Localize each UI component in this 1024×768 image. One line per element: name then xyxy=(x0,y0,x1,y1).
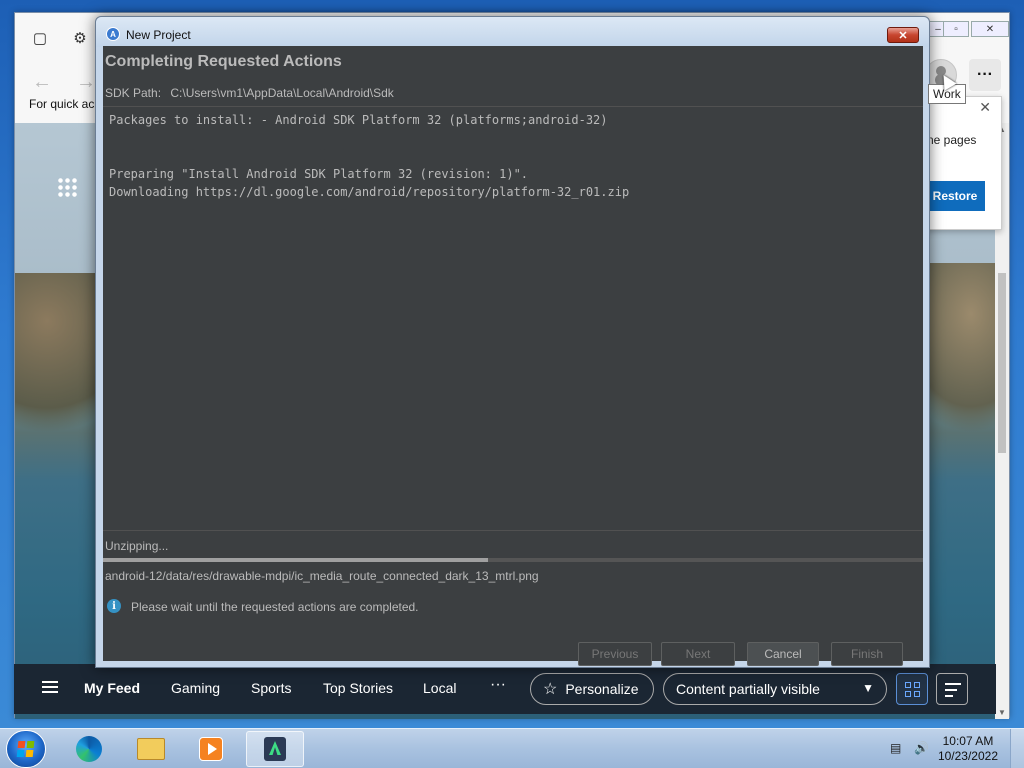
volume-icon[interactable]: 🔊 xyxy=(914,741,930,755)
favorites-bar-text: For quick ac xyxy=(29,97,95,111)
taskbar-edge-button[interactable] xyxy=(60,731,118,767)
taskbar: ▤ 🔊 10:07 AM 10/23/2022 xyxy=(0,728,1024,768)
finish-button[interactable]: Finish xyxy=(831,642,903,666)
dialog-body: Completing Requested Actions SDK Path: C… xyxy=(103,46,923,666)
info-message: Please wait until the requested actions … xyxy=(131,600,419,614)
taskbar-explorer-button[interactable] xyxy=(122,731,180,767)
current-file-path: android-12/data/res/drawable-mdpi/ic_med… xyxy=(105,569,539,583)
dialog-close-button[interactable]: ✕ xyxy=(887,27,919,43)
clock-time: 10:07 AM xyxy=(942,734,994,748)
sdk-path-row: SDK Path: C:\Users\vm1\AppData\Local\And… xyxy=(105,86,394,100)
previous-button[interactable]: Previous xyxy=(578,642,652,666)
feed-tab-top-stories[interactable]: Top Stories xyxy=(323,680,393,696)
progress-bar-fill xyxy=(103,558,489,562)
info-icon: i xyxy=(107,599,121,613)
clock-date: 10/23/2022 xyxy=(937,749,998,763)
content-visibility-dropdown[interactable]: Content partially visible ▼ xyxy=(663,673,887,705)
restore-panel-text: ne pages xyxy=(927,133,977,147)
personalize-button[interactable]: ☆ Personalize xyxy=(530,673,654,705)
dialog-title: New Project xyxy=(126,28,191,42)
sdk-path-label: SDK Path: xyxy=(105,86,162,100)
feed-tab-local[interactable]: Local xyxy=(423,680,456,696)
android-studio-icon: A xyxy=(106,27,120,41)
system-clock[interactable]: 10:07 AM 10/23/2022 xyxy=(938,734,998,764)
grid-view-button[interactable] xyxy=(896,673,928,705)
progress-status-label: Unzipping... xyxy=(105,539,169,553)
folder-icon xyxy=(137,738,165,760)
progress-bar xyxy=(103,558,923,562)
more-options-button[interactable]: ··· xyxy=(969,59,1001,91)
log-line: Packages to install: - Android SDK Platf… xyxy=(109,113,608,127)
taskbar-android-studio-button[interactable] xyxy=(246,731,304,767)
start-button[interactable] xyxy=(6,730,46,768)
show-desktop-button[interactable] xyxy=(1010,729,1024,768)
personalize-label: Personalize xyxy=(565,681,639,697)
feed-more-button[interactable]: ··· xyxy=(490,676,506,694)
restore-button[interactable]: Restore xyxy=(925,181,985,211)
next-button[interactable]: Next xyxy=(661,642,735,666)
divider xyxy=(103,530,923,531)
install-log[interactable]: Packages to install: - Android SDK Platf… xyxy=(103,107,923,529)
settings-gear-icon[interactable]: ⚙ xyxy=(67,25,93,51)
star-icon: ☆ xyxy=(543,681,558,698)
content-visibility-label: Content partially visible xyxy=(676,681,820,697)
feed-tab-sports[interactable]: Sports xyxy=(251,680,291,696)
android-studio-icon xyxy=(264,737,286,761)
dialog-heading: Completing Requested Actions xyxy=(105,53,342,70)
feed-tab-gaming[interactable]: Gaming xyxy=(171,680,220,696)
new-project-dialog: A New Project ✕ Completing Requested Act… xyxy=(95,16,930,668)
log-line: Preparing "Install Android SDK Platform … xyxy=(109,167,529,181)
dialog-title-bar[interactable]: A New Project ✕ xyxy=(96,17,929,47)
app-launcher-icon[interactable] xyxy=(57,177,77,197)
back-arrow-icon[interactable]: ← xyxy=(29,69,55,95)
taskbar-media-player-button[interactable] xyxy=(182,731,240,767)
tab-actions-icon[interactable]: ▢ xyxy=(27,25,53,51)
browser-close-button[interactable]: ✕ xyxy=(971,21,1009,37)
scroll-thumb[interactable] xyxy=(998,273,1006,453)
hamburger-menu-icon[interactable] xyxy=(42,681,58,693)
feed-tab-my-feed[interactable]: My Feed xyxy=(84,680,140,696)
log-line: Downloading https://dl.google.com/androi… xyxy=(109,185,630,199)
network-icon[interactable]: ▤ xyxy=(890,741,906,755)
feed-nav-bar: My Feed Gaming Sports Top Stories Local … xyxy=(14,664,996,714)
chevron-down-icon: ▼ xyxy=(862,681,874,695)
maximize-button[interactable]: ▫ xyxy=(943,21,969,37)
scroll-down-arrow-icon[interactable]: ▼ xyxy=(997,708,1007,717)
close-icon[interactable]: ✕ xyxy=(979,99,991,116)
cancel-button[interactable]: Cancel xyxy=(747,642,819,666)
edge-icon xyxy=(76,736,102,762)
sdk-path-value: C:\Users\vm1\AppData\Local\Android\Sdk xyxy=(170,86,394,100)
media-player-icon xyxy=(199,737,223,761)
list-view-button[interactable] xyxy=(936,673,968,705)
